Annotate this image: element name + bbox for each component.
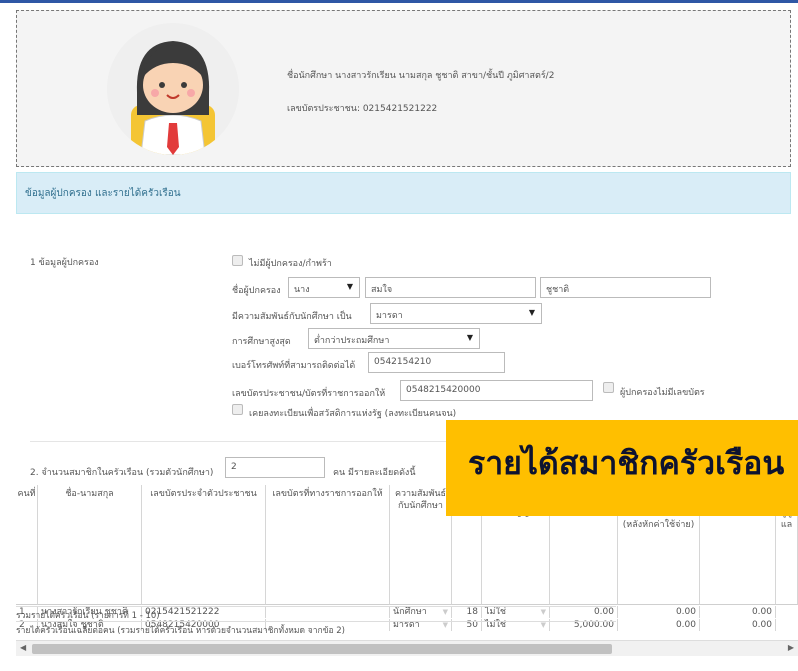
- guardian-title-select[interactable]: นาง ▼: [288, 277, 360, 298]
- no-id-checkbox[interactable]: [603, 382, 614, 393]
- col-header-name: ชื่อ-นามสกุล: [38, 485, 142, 605]
- no-guardian-label: ไม่มีผู้ปกครอง/กำพร้า: [249, 259, 332, 269]
- education-value: ต่ำกว่าประถมศึกษา: [314, 336, 390, 346]
- relation-label: มีความสัมพันธ์กับนักศึกษา เป็น: [232, 312, 352, 322]
- summary-total-income: รวมรายได้ครัวเรือน (รายการที่ 1 - 10): [16, 606, 616, 622]
- no-guardian-checkbox[interactable]: [232, 255, 243, 266]
- household-income-banner: รายได้สมาชิกครัวเรือน: [446, 420, 798, 516]
- guardian-first-name-input[interactable]: สมใจ: [365, 277, 536, 298]
- student-id-line: เลขบัตรประชาชน: 0215421521222: [287, 104, 438, 114]
- student-name-line: ชื่อนักศึกษา นางสาวรักเรียน นามสกุล ชูชา…: [287, 71, 555, 81]
- guardian-heading: 1 ข้อมูลผู้ปกครอง: [30, 258, 99, 268]
- horizontal-scrollbar[interactable]: ◀ ▶: [16, 640, 798, 656]
- guardian-title-value: นาง: [294, 285, 310, 295]
- summary-avg-income: รายได้ครัวเรือนเฉลี่ยต่อคน (รวมรายได้ครั…: [16, 621, 616, 637]
- cell-other-income[interactable]: 0.00: [700, 619, 776, 631]
- col-header-no: คนที่: [16, 485, 38, 605]
- col-header-idcard: เลขบัตรประจำตัวประชาชน: [142, 485, 266, 605]
- cell-agri-income[interactable]: 0.00: [618, 619, 700, 631]
- avatar: [107, 23, 239, 155]
- household-count-suffix: คน มีรายละเอียดดังนี้: [333, 468, 416, 478]
- welfare-label: เคยลงทะเบียนเพื่อสวัสดิการแห่งรัฐ (ลงทะเ…: [249, 409, 457, 419]
- no-id-label: ผู้ปกครองไม่มีเลขบัตร: [620, 388, 705, 398]
- student-avatar-icon: [107, 23, 239, 155]
- section-header-guardian: ข้อมูลผู้ปกครอง และรายได้ครัวเรือน: [16, 172, 791, 214]
- relation-value: มารดา: [376, 311, 403, 321]
- cell-agri-income[interactable]: 0.00: [618, 606, 700, 618]
- guardian-name-label: ชื่อผู้ปกครอง: [232, 286, 281, 296]
- chevron-down-icon: ▼: [346, 282, 353, 291]
- idcard-label: เลขบัตรประชาชน/บัตรที่ราชการออกให้: [232, 389, 386, 399]
- relation-select[interactable]: มารดา ▼: [370, 303, 542, 324]
- top-accent-line: [0, 0, 798, 3]
- idcard-input[interactable]: 0548215420000: [400, 380, 593, 401]
- scroll-left-icon[interactable]: ◀: [20, 643, 26, 652]
- scroll-right-icon[interactable]: ▶: [788, 643, 794, 652]
- education-select[interactable]: ต่ำกว่าประถมศึกษา ▼: [308, 328, 480, 349]
- chevron-down-icon: ▼: [466, 333, 473, 342]
- col-header-gov-id: เลขบัตรที่ทางราชการออกให้: [266, 485, 390, 605]
- scroll-thumb[interactable]: [32, 644, 612, 654]
- household-count-input[interactable]: 2: [225, 457, 325, 478]
- household-count-label: 2. จำนวนสมาชิกในครัวเรือน (รวมตัวนักศึกษ…: [30, 468, 214, 478]
- education-label: การศึกษาสูงสุด: [232, 337, 291, 347]
- cell-other-income[interactable]: 0.00: [700, 606, 776, 618]
- chevron-down-icon: ▼: [528, 308, 535, 317]
- guardian-last-name-input[interactable]: ชูชาติ: [540, 277, 711, 298]
- student-profile-card: ชื่อนักศึกษา นางสาวรักเรียน นามสกุล ชูชา…: [16, 10, 791, 167]
- col-header-relation: ความสัมพันธ์กับนักศึกษา: [390, 485, 452, 605]
- welfare-checkbox[interactable]: [232, 404, 243, 415]
- phone-label: เบอร์โทรศัพท์ที่สามารถติดต่อได้: [232, 361, 356, 371]
- phone-input[interactable]: 0542154210: [368, 352, 505, 373]
